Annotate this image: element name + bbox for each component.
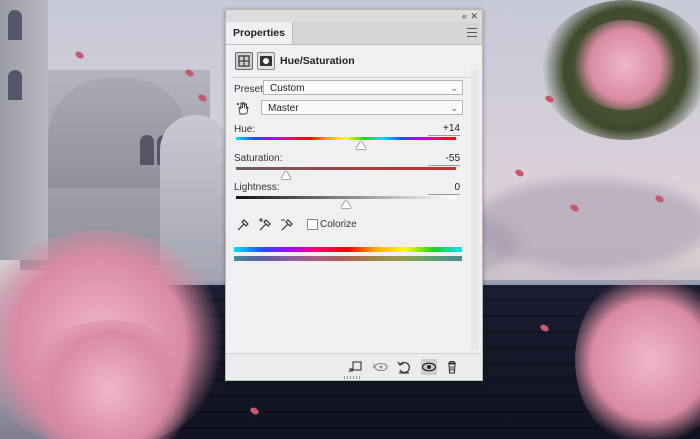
castle-window — [140, 135, 154, 165]
lightness-slider-thumb[interactable] — [341, 200, 351, 208]
hue-saturation-icon[interactable] — [235, 52, 253, 70]
panel-scrollbar[interactable] — [471, 70, 479, 350]
channel-dropdown[interactable]: Master ⌄ — [261, 100, 463, 115]
panel-footer-toolbar — [226, 353, 482, 380]
colorize-label: Colorize — [320, 219, 357, 230]
lightness-label: Lightness: — [234, 182, 280, 193]
input-color-spectrum — [234, 247, 462, 252]
hue-label: Hue: — [234, 124, 256, 135]
eyedropper-icon[interactable] — [235, 217, 251, 233]
panel-titlebar[interactable]: « ✕ — [226, 10, 482, 22]
layer-mask-icon[interactable] — [257, 52, 275, 70]
trash-icon[interactable] — [444, 359, 460, 375]
saturation-label: Saturation: — [234, 153, 283, 164]
castle-window — [8, 70, 22, 100]
preset-value: Custom — [270, 83, 305, 94]
colorize-checkbox[interactable] — [307, 219, 318, 230]
chevron-down-icon: ⌄ — [450, 103, 458, 113]
channel-value: Master — [268, 103, 299, 114]
divider — [231, 77, 476, 78]
petal — [514, 168, 525, 178]
panel-resize-grip[interactable] — [344, 376, 362, 379]
castle-window — [8, 10, 22, 40]
panel-tabbar: Properties — [226, 22, 482, 45]
hue-slider-thumb[interactable] — [356, 141, 367, 149]
adjustment-title: Hue/Saturation — [280, 55, 355, 67]
saturation-value-field[interactable]: -55 — [428, 153, 460, 166]
view-previous-icon[interactable] — [372, 359, 388, 375]
reset-icon[interactable] — [396, 359, 412, 375]
eyedropper-plus-icon[interactable] — [257, 217, 273, 233]
output-color-spectrum — [234, 256, 462, 261]
clip-to-layer-icon[interactable] — [347, 359, 363, 375]
preset-label: Preset: — [234, 84, 266, 95]
eyedropper-minus-icon[interactable] — [279, 217, 295, 233]
tab-properties[interactable]: Properties — [226, 22, 293, 44]
panel-menu-icon[interactable] — [467, 28, 477, 37]
collapse-panel-icon[interactable]: « — [462, 10, 467, 22]
hue-value-field[interactable]: +14 — [428, 123, 460, 136]
blossom-cluster — [570, 20, 680, 110]
saturation-slider-track[interactable] — [236, 167, 456, 170]
hue-slider-track[interactable] — [236, 137, 456, 140]
chevron-down-icon: ⌄ — [450, 83, 458, 93]
preset-dropdown[interactable]: Custom ⌄ — [263, 80, 463, 95]
hand-pointer-icon[interactable] — [235, 100, 251, 116]
adjustment-header: Hue/Saturation — [235, 52, 475, 72]
close-panel-icon[interactable]: ✕ — [470, 10, 478, 22]
eye-icon[interactable] — [421, 359, 437, 375]
lightness-slider-track[interactable] — [236, 196, 456, 199]
saturation-slider-thumb[interactable] — [280, 171, 291, 179]
properties-panel: « ✕ Properties Hue/Saturation Preset: Cu… — [225, 9, 483, 381]
petal — [74, 50, 85, 60]
lightness-value-field[interactable]: 0 — [428, 182, 460, 195]
